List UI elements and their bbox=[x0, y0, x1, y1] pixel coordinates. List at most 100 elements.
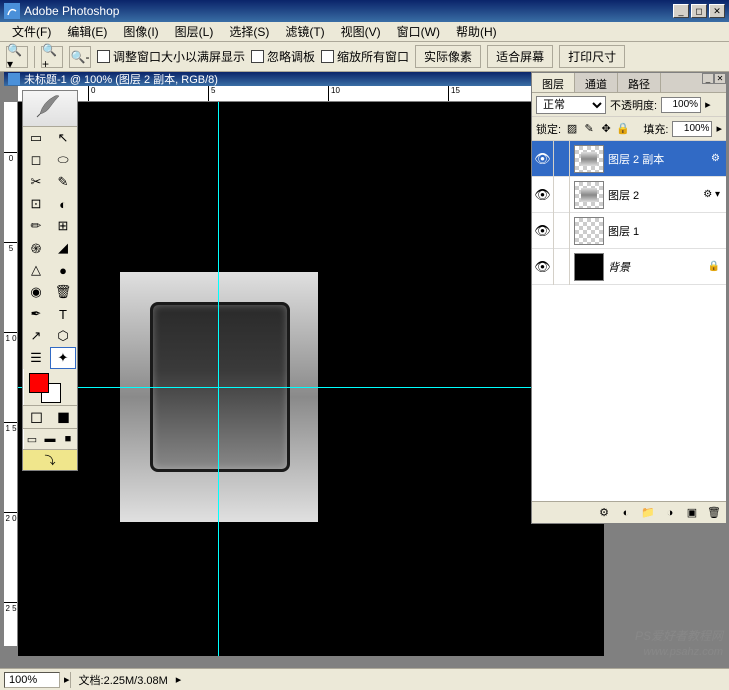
minimize-button[interactable]: _ bbox=[673, 4, 689, 18]
fill-arrow-icon[interactable]: ▸ bbox=[716, 122, 722, 135]
tool-shape[interactable]: T bbox=[50, 303, 76, 325]
layer-row[interactable]: 👁 图层 1 bbox=[532, 213, 726, 249]
lock-all-icon[interactable]: 🔒 bbox=[616, 122, 630, 136]
tool-type[interactable]: 🗑 bbox=[50, 281, 76, 303]
maximize-button[interactable]: ◻ bbox=[691, 4, 707, 18]
menu-filter[interactable]: 滤镜(T) bbox=[277, 21, 332, 42]
fx-badge-icon[interactable]: ⚙ bbox=[711, 153, 720, 164]
layer-style-icon[interactable]: ⚙ bbox=[596, 505, 612, 521]
standard-mode-icon[interactable]: ◻ bbox=[23, 406, 50, 428]
menu-view[interactable]: 视图(V) bbox=[333, 21, 389, 42]
tool-eyedropper[interactable]: ⬡ bbox=[50, 325, 76, 347]
link-col[interactable] bbox=[554, 213, 570, 249]
layer-thumb[interactable] bbox=[574, 145, 604, 173]
layer-row[interactable]: 👁 图层 2 副本 ⚙ bbox=[532, 141, 726, 177]
tool-notes[interactable]: ↗ bbox=[23, 325, 49, 347]
print-size-button[interactable]: 打印尺寸 bbox=[559, 45, 625, 68]
opacity-input[interactable] bbox=[661, 97, 701, 113]
menu-window[interactable]: 窗口(W) bbox=[389, 21, 448, 42]
tool-history[interactable]: ⊞ bbox=[50, 215, 76, 237]
tool-wand[interactable]: ⬭ bbox=[50, 149, 76, 171]
menu-file[interactable]: 文件(F) bbox=[4, 21, 59, 42]
screen-full-icon[interactable]: ■ bbox=[59, 429, 77, 449]
zoom-all-checkbox[interactable] bbox=[321, 50, 334, 63]
menu-help[interactable]: 帮助(H) bbox=[448, 21, 505, 42]
menu-image[interactable]: 图像(I) bbox=[115, 21, 166, 42]
tab-layers[interactable]: 图层 bbox=[532, 73, 575, 92]
layer-list: 👁 图层 2 副本 ⚙ 👁 图层 2 ⚙ ▾ 👁 图层 1 👁 bbox=[532, 141, 726, 501]
layer-set-icon[interactable]: 📁 bbox=[640, 505, 656, 521]
fx-badge-icon[interactable]: ⚙ ▾ bbox=[703, 189, 720, 200]
tool-hand[interactable]: ☰ bbox=[23, 347, 49, 369]
toolbox-header bbox=[23, 91, 77, 127]
lock-pixels-icon[interactable]: ✎ bbox=[582, 122, 596, 136]
jump-to-imageready-icon[interactable]: ⤵ bbox=[23, 450, 77, 470]
tool-pen[interactable]: ✒ bbox=[23, 303, 49, 325]
tool-brush[interactable]: ◐ bbox=[50, 193, 76, 215]
lock-position-icon[interactable]: ✥ bbox=[599, 122, 613, 136]
zoom-out-icon[interactable]: 🔍- bbox=[69, 46, 91, 68]
new-layer-icon[interactable]: ▣ bbox=[684, 505, 700, 521]
layer-row[interactable]: 👁 图层 2 ⚙ ▾ bbox=[532, 177, 726, 213]
eye-icon[interactable]: 👁 bbox=[534, 187, 551, 203]
fill-input[interactable] bbox=[672, 121, 712, 137]
guide-vertical[interactable] bbox=[218, 102, 219, 656]
canvas[interactable] bbox=[18, 102, 604, 656]
toolbox: ▭ ↖ ◻ ⬭ ✂ ✎ ⊡ ◐ ✏ ⊞ ֍ ◢ △ ● ◉ 🗑 ✒ T ↗ ⬡ … bbox=[22, 90, 78, 471]
tool-eraser[interactable]: ֍ bbox=[23, 237, 49, 259]
quickmask-mode-icon[interactable]: ◼ bbox=[50, 406, 77, 428]
zoom-in-icon[interactable]: 🔍+ bbox=[41, 46, 63, 68]
tool-lasso[interactable]: ◻ bbox=[23, 149, 49, 171]
opacity-arrow-icon[interactable]: ▸ bbox=[705, 98, 711, 111]
tab-channels[interactable]: 通道 bbox=[575, 73, 618, 92]
actual-pixels-button[interactable]: 实际像素 bbox=[415, 45, 481, 68]
menu-select[interactable]: 选择(S) bbox=[221, 21, 277, 42]
ruler-vertical[interactable]: 0 5 1 0 1 5 2 0 2 5 bbox=[4, 102, 18, 646]
tool-move[interactable]: ↖ bbox=[50, 127, 76, 149]
layer-thumb[interactable] bbox=[574, 217, 604, 245]
tool-marquee[interactable]: ▭ bbox=[23, 127, 49, 149]
fit-on-screen-button[interactable]: 适合屏幕 bbox=[487, 45, 553, 68]
foreground-color[interactable] bbox=[29, 373, 49, 393]
link-col[interactable] bbox=[554, 141, 570, 177]
layer-mask-icon[interactable]: ◐ bbox=[618, 505, 634, 521]
eye-icon[interactable]: 👁 bbox=[534, 259, 551, 275]
ruler-horizontal[interactable]: 0 5 10 15 20 bbox=[18, 86, 605, 102]
status-menu-icon[interactable]: ▸ bbox=[176, 673, 182, 686]
tool-heal[interactable]: ⊡ bbox=[23, 193, 49, 215]
tool-blur[interactable]: △ bbox=[23, 259, 49, 281]
screen-full-menu-icon[interactable]: ▬ bbox=[41, 429, 59, 449]
tool-gradient[interactable]: ◢ bbox=[50, 237, 76, 259]
eye-icon[interactable]: 👁 bbox=[534, 151, 551, 167]
eye-icon[interactable]: 👁 bbox=[534, 223, 551, 239]
tool-dodge[interactable]: ● bbox=[50, 259, 76, 281]
close-button[interactable]: ✕ bbox=[709, 4, 725, 18]
menu-layer[interactable]: 图层(L) bbox=[167, 21, 222, 42]
tool-grid: ▭ ↖ ◻ ⬭ ✂ ✎ ⊡ ◐ ✏ ⊞ ֍ ◢ △ ● ◉ 🗑 ✒ T ↗ ⬡ … bbox=[23, 127, 77, 369]
tool-stamp[interactable]: ✏ bbox=[23, 215, 49, 237]
link-col[interactable] bbox=[554, 177, 570, 213]
tool-preset-icon[interactable]: 🔍▾ bbox=[6, 46, 28, 68]
panel-minimize-icon[interactable]: _ bbox=[702, 73, 714, 84]
artwork-outer bbox=[120, 272, 318, 522]
fit-screen-checkbox[interactable] bbox=[97, 50, 110, 63]
ignore-palettes-checkbox[interactable] bbox=[251, 50, 264, 63]
zoom-input[interactable]: 100% bbox=[4, 672, 60, 688]
adjustment-layer-icon[interactable]: ◑ bbox=[662, 505, 678, 521]
layer-thumb[interactable] bbox=[574, 253, 604, 281]
menu-edit[interactable]: 编辑(E) bbox=[59, 21, 115, 42]
tool-path[interactable]: ◉ bbox=[23, 281, 49, 303]
blend-mode-select[interactable]: 正常 bbox=[536, 96, 606, 114]
tool-crop[interactable]: ✂ bbox=[23, 171, 49, 193]
panel-close-icon[interactable]: ✕ bbox=[714, 73, 726, 84]
tool-zoom[interactable]: ✦ bbox=[50, 347, 76, 369]
delete-layer-icon[interactable]: 🗑 bbox=[706, 505, 722, 521]
tool-slice[interactable]: ✎ bbox=[50, 171, 76, 193]
layer-thumb[interactable] bbox=[574, 181, 604, 209]
lock-transparent-icon[interactable]: ▨ bbox=[565, 122, 579, 136]
link-col[interactable] bbox=[554, 249, 570, 285]
layer-row[interactable]: 👁 背景 🔒 bbox=[532, 249, 726, 285]
screen-standard-icon[interactable]: ▭ bbox=[23, 429, 41, 449]
guide-horizontal[interactable] bbox=[18, 387, 604, 388]
tab-paths[interactable]: 路径 bbox=[618, 73, 661, 92]
